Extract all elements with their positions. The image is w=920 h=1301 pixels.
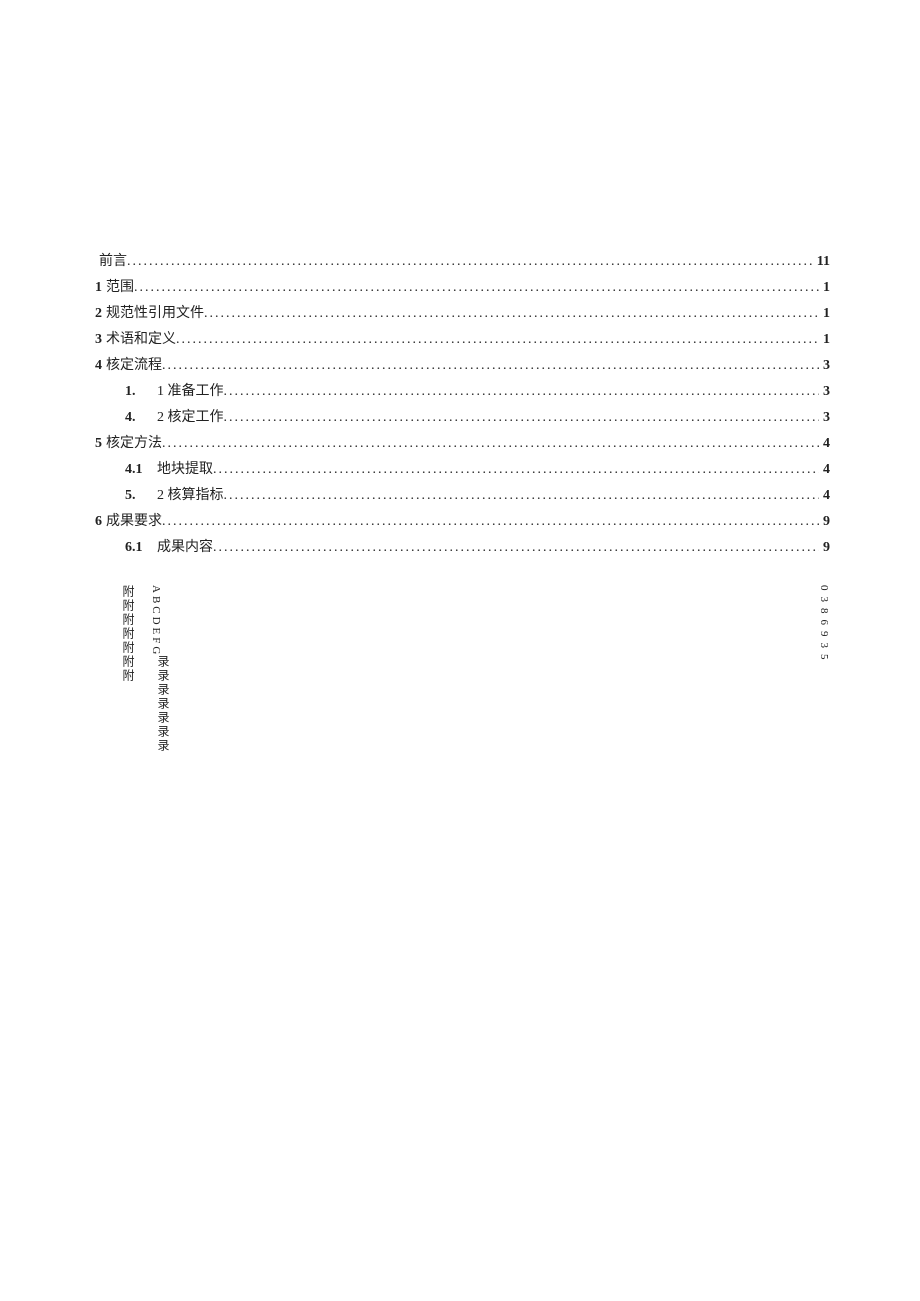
- toc-number: 2: [95, 307, 102, 321]
- toc-label: 术语和定义: [106, 333, 176, 347]
- toc-page: 9: [819, 515, 830, 529]
- toc-leader-dots: ........................................…: [224, 489, 820, 503]
- toc-label: 1 准备工作: [157, 385, 224, 399]
- toc-leader-dots: ........................................…: [176, 333, 819, 347]
- toc-label: 成果内容: [157, 541, 213, 555]
- toc-page: 4: [819, 463, 830, 477]
- toc-entry: 1. 1 准备工作 ...............................…: [95, 385, 830, 399]
- toc-entry: 1 范围 ....................................…: [95, 281, 830, 295]
- toc-leader-dots: ........................................…: [204, 307, 819, 321]
- toc-number: 6.1: [125, 541, 145, 555]
- toc-label: 核定流程: [106, 359, 162, 373]
- toc-leader-dots: ........................................…: [224, 411, 820, 425]
- toc-number: 4.1: [125, 463, 145, 477]
- toc-leader-dots: ........................................…: [213, 463, 819, 477]
- toc-leader-dots: ........................................…: [224, 385, 820, 399]
- toc-page: 4: [819, 489, 830, 503]
- toc-label: 2 核算指标: [157, 489, 224, 503]
- toc-entry: 4. 2 核定工作 ...............................…: [95, 411, 830, 425]
- toc-number: 1: [95, 281, 102, 295]
- toc-leader-dots: ........................................…: [127, 255, 813, 269]
- toc-leader-dots: ........................................…: [162, 437, 819, 451]
- toc-label: 2 核定工作: [157, 411, 224, 425]
- appendix-col-lu: 录录录录录录录: [155, 655, 172, 753]
- toc-number: 4: [95, 359, 102, 373]
- toc-page: 1: [819, 281, 830, 295]
- toc-entry: 5 核定方法 ..................................…: [95, 437, 830, 451]
- toc-number: 3: [95, 333, 102, 347]
- toc-entry: 6.1 成果内容 ................................…: [95, 541, 830, 555]
- toc-number: 5: [95, 437, 102, 451]
- toc-entry: 4 核定流程 ..................................…: [95, 359, 830, 373]
- toc-label: 地块提取: [157, 463, 213, 477]
- toc-page: 3: [819, 359, 830, 373]
- toc-entry: 前言 .....................................…: [95, 255, 830, 269]
- toc-number: 4.: [125, 411, 145, 425]
- toc-entry: 5. 2 核算指标 ...............................…: [95, 489, 830, 503]
- toc-page: 3: [819, 385, 830, 399]
- toc-label: 前言: [99, 255, 127, 269]
- toc-number: 6: [95, 515, 102, 529]
- toc-label: 规范性引用文件: [106, 307, 204, 321]
- toc-page: 3: [819, 411, 830, 425]
- toc-entry: 6 成果要求 ..................................…: [95, 515, 830, 529]
- appendix-letters: ABCDEFG: [150, 585, 162, 657]
- toc-leader-dots: ........................................…: [162, 515, 819, 529]
- toc-leader-dots: ........................................…: [213, 541, 819, 555]
- toc-entry: 2 规范性引用文件 ...............................…: [95, 307, 830, 321]
- appendix-pages: 0386935: [818, 585, 830, 666]
- toc-label: 成果要求: [106, 515, 162, 529]
- toc-entry: 4.1 地块提取 ................................…: [95, 463, 830, 477]
- appendix-col-fu: 附附附附附附附: [120, 585, 137, 683]
- toc-number: 1.: [125, 385, 145, 399]
- toc-label: 范围: [106, 281, 134, 295]
- toc-number: 5.: [125, 489, 145, 503]
- toc-page: 1: [819, 333, 830, 347]
- table-of-contents: 前言 .....................................…: [95, 255, 830, 555]
- toc-leader-dots: ........................................…: [134, 281, 819, 295]
- toc-entry: 3 术语和定义 .................................…: [95, 333, 830, 347]
- toc-label: 核定方法: [106, 437, 162, 451]
- document-page: 前言 .....................................…: [0, 0, 920, 1301]
- toc-page: 1: [819, 307, 830, 321]
- toc-page: 4: [819, 437, 830, 451]
- toc-page: 9: [819, 541, 830, 555]
- appendix-block: 附附附附附附附 ABCDEFG 录录录录录录录 0386935: [95, 585, 830, 785]
- toc-page: 11: [813, 255, 830, 269]
- toc-leader-dots: ........................................…: [162, 359, 819, 373]
